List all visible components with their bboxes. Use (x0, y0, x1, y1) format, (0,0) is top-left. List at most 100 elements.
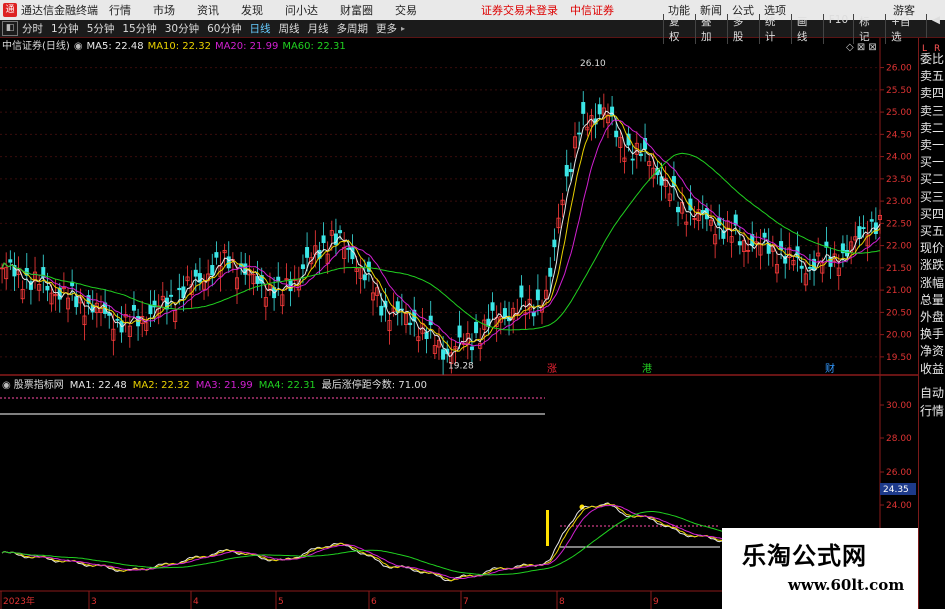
app-logo-icon: 通 (3, 3, 17, 17)
x-tick-label: 6 (371, 597, 377, 607)
ma-label: MA10: 22.32 (148, 41, 211, 52)
y-tick-label: 26.00 (886, 468, 912, 478)
candle-body (457, 325, 462, 338)
y-tick-label: 24.50 (886, 130, 912, 140)
period-tab[interactable]: 月线 (308, 21, 329, 36)
y-tick-label: 24.00 (886, 153, 912, 163)
candle-body (799, 265, 804, 269)
candle-body (737, 241, 742, 246)
y-tick-label: 28.00 (886, 434, 912, 444)
period-tab[interactable]: 分时 (22, 21, 43, 36)
candle-body (857, 226, 862, 238)
chart-area[interactable]: 26.00 25.50 25.00 24.50 24.00 23.50 23.00 22.50… (0, 38, 918, 609)
menu-item[interactable]: 行情 (109, 2, 131, 18)
period-tab[interactable]: 1分钟 (51, 21, 79, 36)
candle-body (169, 294, 174, 297)
candle-body (276, 276, 281, 282)
ma-label: MA5: 22.48 (87, 41, 144, 52)
y-tick-label: 23.00 (886, 197, 912, 207)
candle-body (762, 232, 767, 238)
y-tick-label: 25.00 (886, 108, 912, 118)
x-tick-label: 3 (91, 597, 97, 607)
x-tick-label: 2023年 (3, 595, 35, 607)
indicator-ma-label: MA4: 22.31 (259, 380, 316, 391)
y-tick-label: 23.50 (886, 175, 912, 185)
settings-icon[interactable]: ◉ (2, 380, 11, 391)
menu-item[interactable]: 市场 (153, 2, 175, 18)
back-icon[interactable]: ◧ (2, 21, 18, 36)
period-tab[interactable]: 更多 (376, 21, 397, 36)
candle-body (300, 264, 305, 269)
quote-field-label: 涨幅 (920, 275, 945, 290)
menu-item[interactable]: 资讯 (197, 2, 219, 18)
watermark-url: www.60lt.com (788, 576, 905, 594)
watermark-text: 乐淘公式网 (742, 542, 867, 570)
event-marker[interactable]: 港 (642, 363, 652, 375)
ma-label: MA60: 22.31 (282, 41, 345, 52)
quote-field-label: 买四 (920, 206, 945, 221)
indicator-title: 股票指标网 (14, 378, 64, 391)
watermark: 乐淘公式网 www.60lt.com (722, 528, 918, 609)
sub-panel-header: ◉ 股票指标网 MA1: 22.48 MA2: 22.32 MA3: 21.99 MA4:… (2, 378, 427, 391)
signal-bar (546, 510, 549, 546)
period-tab[interactable]: 周线 (279, 21, 300, 36)
settings-icon[interactable]: ◉ (74, 41, 83, 52)
candle-body (362, 274, 367, 281)
period-tab[interactable]: 15分钟 (122, 21, 156, 36)
period-tab[interactable]: 多周期 (337, 21, 369, 36)
quote-field-label: 收益 (920, 361, 945, 376)
more-arrow-icon[interactable]: ▸ (401, 24, 405, 33)
period-tab[interactable]: 日线 (250, 21, 271, 36)
low-price-label: 19.28 (448, 362, 474, 372)
candle-body (177, 287, 182, 291)
event-marker[interactable]: 涨 (547, 363, 557, 375)
y-tick-label: 21.50 (886, 264, 912, 274)
quote-side-panel: L R 委比 卖五 卖四 卖三 卖二 卖一 买一 买二 买三 买四 买五 现价 涨跌 涨幅 总量 外盘 换手 净资 收益… (918, 38, 945, 609)
candle-body (535, 289, 540, 301)
quote-field-label: 总量 (920, 292, 945, 307)
period-tab[interactable]: 5分钟 (87, 21, 115, 36)
quote-field-label[interactable]: 自动 (920, 384, 944, 401)
candle-body (469, 346, 474, 351)
candles (0, 91, 883, 375)
y-tick-label: 26.00 (886, 64, 912, 74)
candle-body (193, 269, 198, 277)
candle-body (214, 252, 219, 258)
period-tab[interactable]: 60分钟 (207, 21, 241, 36)
candle-body (490, 302, 495, 311)
event-marker[interactable]: 财 (825, 362, 835, 375)
candle-body (226, 256, 231, 269)
x-tick-label: 4 (193, 597, 199, 607)
candle-body (564, 164, 569, 177)
quote-field-label: 买三 (920, 189, 945, 204)
candle-body (131, 304, 136, 311)
period-tab[interactable]: 30分钟 (165, 21, 199, 36)
quote-field-label: 净资 (920, 344, 945, 359)
quote-field-label: 卖四 (920, 86, 945, 101)
current-value-label: 24.35 (883, 485, 909, 495)
x-tick-label: 7 (463, 597, 469, 607)
quote-field-label[interactable]: 行情 (920, 402, 944, 419)
candle-body (861, 227, 866, 229)
broker-name[interactable]: 中信证券 (570, 2, 614, 18)
main-panel-header: 中信证券(日线) ◉ MA5: 22.48 MA10: 22.32 MA20: 21.9… (2, 39, 346, 52)
quote-field-label: 现价 (920, 241, 945, 256)
quote-field-label: 外盘 (920, 310, 945, 324)
login-warning[interactable]: 证券交易未登录 (481, 2, 558, 18)
y-tick-label: 22.00 (886, 242, 912, 252)
panel-controls[interactable]: ◇ ⊠ ⊠ (846, 42, 877, 53)
menu-item[interactable]: 发现 (241, 2, 263, 18)
stock-title: 中信证券(日线) (2, 39, 70, 52)
menu-item[interactable]: 问小达 (285, 2, 318, 18)
candle-body (305, 247, 310, 258)
quote-field-label: 委比 (920, 52, 945, 66)
menu-item[interactable]: 交易 (395, 2, 417, 18)
menu-item[interactable]: 财富圈 (340, 2, 373, 18)
candle-body (676, 206, 681, 213)
candle-body (869, 219, 874, 222)
candle-body (614, 130, 619, 138)
quote-field-label: 换手 (920, 327, 945, 342)
candle-body (552, 239, 557, 248)
indicator-ma-label: MA1: 22.48 (70, 380, 127, 391)
quote-field-label: 涨跌 (920, 258, 945, 273)
